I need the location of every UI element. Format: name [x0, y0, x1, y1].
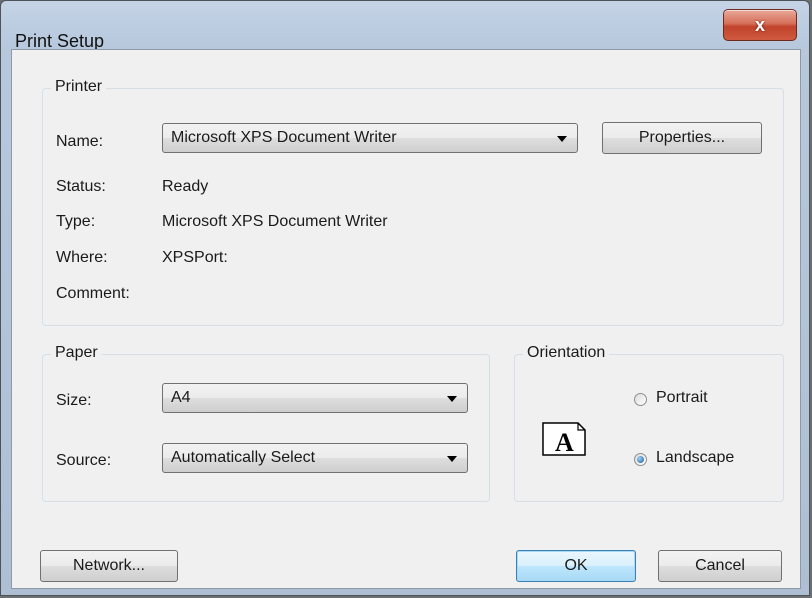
comment-label: Comment:	[56, 285, 130, 302]
paper-size-dropdown[interactable]: A4	[162, 383, 468, 413]
status-value: Ready	[162, 178, 209, 195]
printer-group-label: Printer	[51, 78, 107, 96]
paper-source-value: Automatically Select	[171, 449, 316, 466]
type-label: Type:	[56, 213, 96, 230]
close-icon: x	[754, 14, 765, 35]
status-label: Status:	[56, 178, 106, 195]
type-value: Microsoft XPS Document Writer	[162, 213, 388, 230]
landscape-radio[interactable]	[634, 453, 647, 466]
orientation-icon-letter: A	[555, 428, 574, 456]
portrait-radio[interactable]	[634, 393, 647, 406]
paper-source-label: Source:	[56, 452, 112, 469]
printer-name-dropdown[interactable]: Microsoft XPS Document Writer	[162, 123, 578, 153]
paper-group-label: Paper	[51, 344, 102, 362]
landscape-page-icon: A	[542, 422, 586, 456]
printer-name-value: Microsoft XPS Document Writer	[171, 129, 397, 146]
chevron-down-icon	[447, 456, 457, 462]
print-setup-window: Print Setup x Printer Name: Microsoft XP…	[0, 0, 810, 596]
paper-size-value: A4	[171, 389, 191, 406]
paper-source-dropdown[interactable]: Automatically Select	[162, 443, 468, 473]
ok-button[interactable]: OK	[516, 550, 636, 582]
orientation-group-label: Orientation	[523, 344, 610, 362]
printer-name-label: Name:	[56, 133, 104, 150]
paper-size-label: Size:	[56, 392, 92, 409]
close-button[interactable]: x	[723, 9, 797, 41]
cancel-button[interactable]: Cancel	[658, 550, 782, 582]
properties-button[interactable]: Properties...	[602, 122, 762, 154]
network-button[interactable]: Network...	[40, 550, 178, 582]
chevron-down-icon	[447, 396, 457, 402]
where-label: Where:	[56, 249, 108, 266]
chevron-down-icon	[557, 136, 567, 142]
portrait-label[interactable]: Portrait	[656, 389, 708, 407]
landscape-label[interactable]: Landscape	[656, 449, 734, 467]
dialog-client-area: Printer Name: Microsoft XPS Document Wri…	[11, 49, 801, 589]
where-value: XPSPort:	[162, 249, 228, 266]
paper-group: Paper	[42, 344, 490, 502]
